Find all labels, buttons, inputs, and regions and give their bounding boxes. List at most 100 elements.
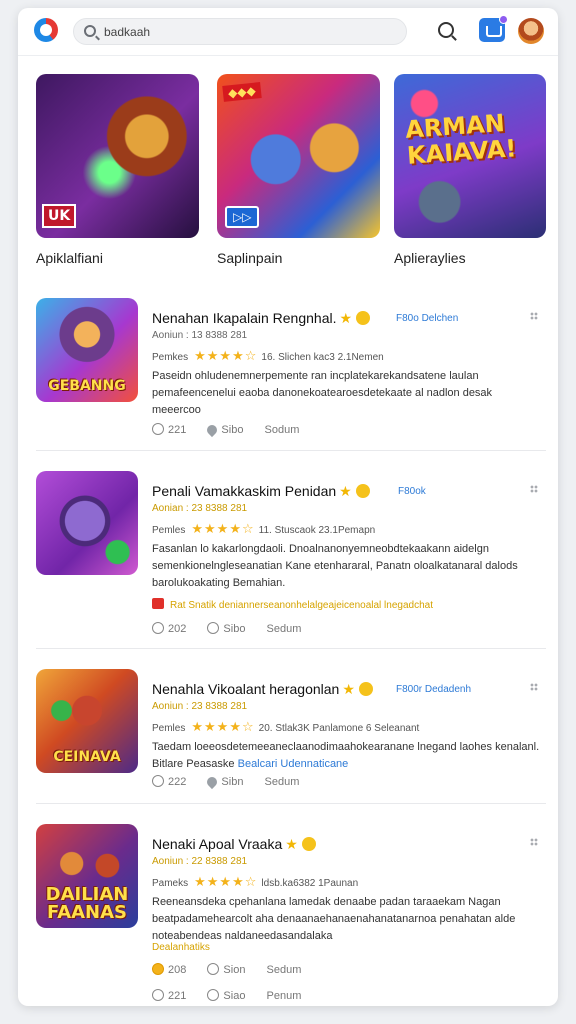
- comment-button[interactable]: 202: [152, 622, 186, 635]
- item-meta: Aonian : 23 8388 281: [152, 503, 247, 514]
- star-icon: ★: [339, 483, 352, 499]
- like-button[interactable]: Sibo: [205, 422, 243, 438]
- comment-button[interactable]: 221: [152, 989, 186, 1002]
- coin-icon: [301, 837, 316, 851]
- comment-count: 202: [168, 623, 187, 635]
- search-input[interactable]: [104, 21, 394, 43]
- featured-label[interactable]: Apiklalfiani: [36, 250, 103, 266]
- featured-card[interactable]: UK Apiklalfiani: [36, 74, 199, 266]
- item-rating: Pemkes ★★★★☆ 16. Slichen kac3 2.1Nemen: [152, 348, 384, 364]
- top-header: [18, 8, 558, 56]
- more-options-icon[interactable]: [530, 683, 538, 691]
- notification-dot: [499, 15, 508, 24]
- featured-thumbnail[interactable]: UK: [36, 74, 199, 238]
- like-button[interactable]: Sibn: [205, 774, 244, 790]
- item-tag[interactable]: F80o Delchen: [396, 313, 458, 324]
- more-options-icon[interactable]: [530, 838, 538, 846]
- item-warning[interactable]: Rat Snatik deniannerseanonhelalgeajeicen…: [152, 598, 433, 611]
- share-button[interactable]: Sodum: [265, 424, 300, 436]
- rating-label: Pemles: [152, 525, 186, 536]
- item-meta: Aoniun : 13 8388 281: [152, 330, 248, 341]
- like-button[interactable]: Sibo: [207, 622, 245, 635]
- list-item[interactable]: DAILIAN FAANAS Nenaki Apoal Vraaka ★ Aoni…: [36, 824, 546, 1002]
- thumbnail-play-icon: ▷▷: [225, 206, 260, 228]
- coin-count: 208: [168, 964, 187, 976]
- more-options-icon[interactable]: [530, 485, 538, 493]
- rating-stars: ★★★★☆: [194, 874, 258, 889]
- comment-button[interactable]: 222: [152, 775, 186, 788]
- item-subtag[interactable]: Dealanhatiks: [152, 942, 210, 953]
- share-button[interactable]: Sedum: [267, 623, 302, 635]
- like-label: Sibn: [221, 776, 244, 788]
- item-thumbnail[interactable]: GEBANNG: [36, 298, 138, 402]
- featured-thumbnail[interactable]: ◆◆◆ ▷▷: [217, 74, 380, 238]
- featured-card[interactable]: ARMAN KAIAVA! Aplieraylies: [394, 74, 546, 266]
- star-icon: ★: [339, 310, 353, 326]
- search-icon: [84, 25, 96, 37]
- warning-text: Rat Snatik deniannerseanonhelalgeajeicen…: [170, 600, 433, 611]
- item-meta-text: Aoniun : 22 8388 281: [152, 856, 248, 867]
- item-meta: Aoniun : 22 8388 281: [152, 856, 247, 867]
- search-bar[interactable]: [73, 18, 407, 45]
- user-avatar[interactable]: [518, 18, 544, 44]
- rating-stars: ★★★★☆: [194, 348, 258, 363]
- heart-outline-icon: [207, 963, 220, 975]
- search-button-icon[interactable]: [438, 22, 454, 38]
- like-label: Sion: [223, 964, 246, 976]
- comment-count: 221: [168, 990, 187, 1002]
- coin-icon: [355, 484, 370, 498]
- share-button[interactable]: Penum: [267, 990, 302, 1002]
- share-button[interactable]: Sedum: [265, 776, 300, 788]
- share-label: Penum: [266, 990, 302, 1002]
- coin-button[interactable]: 208: [152, 963, 186, 976]
- like-label: Sibo: [223, 623, 246, 635]
- featured-label[interactable]: Aplieraylies: [394, 250, 466, 266]
- heart-outline-icon: [207, 622, 220, 634]
- featured-card[interactable]: ◆◆◆ ▷▷ Saplinpain: [217, 74, 380, 266]
- rating-stars: ★★★★☆: [191, 719, 255, 734]
- like-button[interactable]: Sion: [207, 963, 245, 976]
- rating-text: 11. Stuscaok 23.1Pemapn: [258, 525, 376, 536]
- list-item[interactable]: CEINAVA Nenahla Vikoalant heragonlan ★ F8…: [36, 669, 546, 799]
- rating-text: 16. Slichen kac3 2.1Nemen: [261, 352, 384, 363]
- share-button[interactable]: Sedum: [267, 964, 302, 976]
- item-title[interactable]: Penali Vamakkaskim Penidan ★: [152, 483, 370, 500]
- item-thumbnail[interactable]: CEINAVA: [36, 669, 138, 773]
- list-item[interactable]: Penali Vamakkaskim Penidan ★ F80ok Aonian…: [36, 471, 546, 641]
- featured-thumbnail[interactable]: ARMAN KAIAVA!: [394, 74, 546, 238]
- item-tag[interactable]: F800r Dedadenh: [396, 684, 471, 695]
- item-actions: 222 Sibn Sedum: [152, 774, 317, 790]
- share-label: Sodum: [264, 424, 300, 436]
- item-actions: 221 Sibo Sodum: [152, 422, 317, 438]
- item-title[interactable]: Nenahla Vikoalant heragonlan ★: [152, 681, 373, 698]
- item-tag[interactable]: F80ok: [398, 486, 426, 497]
- upload-icon[interactable]: [479, 15, 508, 42]
- item-description: Taedam loeeosdetemeeaneclaanodimaahokear…: [152, 739, 542, 773]
- item-thumbnail[interactable]: [36, 471, 138, 575]
- divider: [36, 803, 546, 804]
- item-description: Paseidn ohludenemnerpemente ran incplate…: [152, 370, 493, 416]
- app-logo-icon[interactable]: [34, 18, 58, 42]
- item-meta-text: Aoniun : 23 8388 281: [152, 701, 248, 712]
- item-title-text: Nenahla Vikoalant heragonlan: [152, 681, 340, 697]
- comment-icon: [152, 775, 164, 787]
- comment-button[interactable]: 221: [152, 423, 186, 436]
- divider: [36, 648, 546, 649]
- item-title[interactable]: Nenahan Ikapalain Rengnhal. ★: [152, 310, 371, 327]
- item-rating: Pemles ★★★★☆ 20. Stlak3K Panlamone 6 Selea…: [152, 719, 419, 735]
- thumbnail-badge: ◆◆◆: [222, 82, 262, 102]
- more-options-icon[interactable]: [530, 312, 538, 320]
- coin-icon: [356, 311, 371, 325]
- comment-icon: [152, 622, 164, 634]
- rating-label: Pameks: [152, 878, 189, 889]
- list-item[interactable]: GEBANNG Nenahan Ikapalain Rengnhal. ★ F80…: [36, 298, 546, 448]
- item-description-link[interactable]: Bealcari Udennaticane: [238, 758, 349, 770]
- featured-label[interactable]: Saplinpain: [217, 250, 282, 266]
- item-title[interactable]: Nenaki Apoal Vraaka ★: [152, 836, 316, 853]
- comment-count: 221: [168, 424, 187, 436]
- like-button[interactable]: Siao: [207, 989, 245, 1002]
- share-label: Sedum: [264, 776, 300, 788]
- item-rating: Pameks ★★★★☆ ldsb.ka6382 1Paunan: [152, 874, 358, 890]
- thumbnail-caption: GEBANNG: [48, 378, 126, 394]
- item-thumbnail[interactable]: DAILIAN FAANAS: [36, 824, 138, 928]
